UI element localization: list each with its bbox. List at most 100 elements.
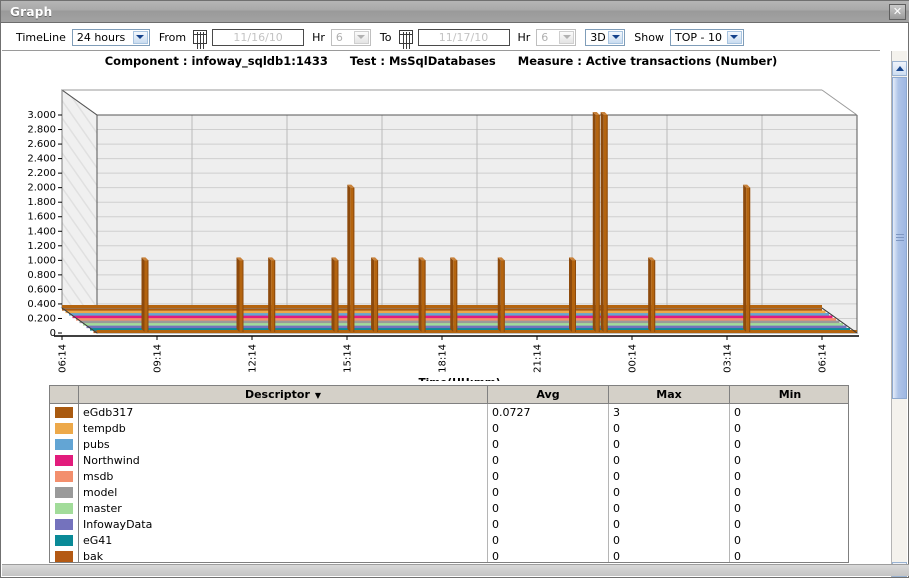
chart-bar (418, 257, 426, 332)
chart-bar (743, 184, 751, 332)
from-label: From (158, 30, 187, 44)
calendar-icon-from[interactable] (193, 30, 208, 44)
descriptor-table[interactable]: Descriptor ▼ Avg Max Min eGdb317 0.0727 3 0 t… (49, 385, 849, 563)
window-title: Graph (10, 5, 53, 19)
chevron-down-icon (559, 30, 575, 44)
dimension-select[interactable]: 3D (585, 28, 626, 46)
column-header-max[interactable]: Max (608, 386, 730, 404)
cell-avg: 0 (487, 452, 609, 468)
cell-descriptor: model (78, 484, 488, 500)
timeline-select[interactable]: 24 hours (71, 28, 150, 46)
legend-swatch (50, 436, 79, 452)
table-row[interactable]: tempdb 0 0 0 (50, 420, 848, 436)
cell-max: 0 (608, 532, 730, 548)
x-axis-tick-label: 15:14 (343, 344, 354, 373)
to-hour-select[interactable]: 6 (536, 28, 577, 46)
vertical-scrollbar[interactable] (891, 51, 907, 577)
scroll-up-button[interactable] (892, 61, 907, 76)
chart-bar (331, 257, 339, 332)
cell-max: 0 (608, 452, 730, 468)
close-icon[interactable]: ✕ (889, 4, 906, 20)
column-header-min[interactable]: Min (729, 386, 848, 404)
cell-min: 0 (729, 420, 848, 436)
cell-max: 0 (608, 500, 730, 516)
y-axis-tick-label: 1.600 (27, 212, 56, 223)
y-axis-tick-label: 0.800 (27, 270, 56, 281)
from-hour-label: Hr (312, 30, 325, 44)
chart-bar (268, 257, 276, 332)
cell-avg: 0 (487, 500, 609, 516)
cell-min: 0 (729, 403, 848, 420)
legend-swatch (50, 484, 79, 500)
cell-max: 0 (608, 436, 730, 452)
cell-max: 0 (608, 468, 730, 484)
table-body: eGdb317 0.0727 3 0 tempdb 0 0 0 pubs 0 0 0 Northwind… (50, 403, 848, 562)
table-row[interactable]: eGdb317 0.0727 3 0 (50, 403, 848, 420)
x-axis-tick-label: 06:14 (58, 344, 69, 373)
sort-descending-icon: ▼ (314, 390, 322, 400)
cell-descriptor: Northwind (78, 452, 488, 468)
cell-min: 0 (729, 500, 848, 516)
x-axis-tick-label: 18:14 (438, 344, 449, 373)
table-row[interactable]: InfowayData 0 0 0 (50, 516, 848, 532)
table-row[interactable]: Northwind 0 0 0 (50, 452, 848, 468)
table-row[interactable]: pubs 0 0 0 (50, 436, 848, 452)
cell-avg: 0 (487, 436, 609, 452)
cell-avg: 0 (487, 516, 609, 532)
chart-bar (371, 257, 379, 332)
table-row[interactable]: bak 0 0 0 (50, 548, 848, 562)
scrollbar-thumb[interactable] (892, 77, 907, 399)
cell-avg: 0 (487, 484, 609, 500)
cell-descriptor: eGdb317 (78, 403, 488, 420)
legend-swatch (50, 500, 79, 516)
y-axis-tick-label: 0.400 (27, 299, 56, 310)
table-row[interactable]: eG41 0 0 0 (50, 532, 848, 548)
cell-min: 0 (729, 436, 848, 452)
table-row[interactable]: model 0 0 0 (50, 484, 848, 500)
y-axis-tick-label: 2.600 (27, 139, 56, 150)
to-date-input[interactable] (417, 28, 510, 46)
y-axis-tick-label: 3.000 (27, 110, 56, 121)
cell-descriptor: msdb (78, 468, 488, 484)
cell-min: 0 (729, 468, 848, 484)
y-axis-tick-label: 1.400 (27, 226, 56, 237)
y-axis-tick-label: 1.800 (27, 197, 56, 208)
chart-bar (236, 257, 244, 332)
window-statusbar (2, 564, 909, 576)
chart-area: Component : infoway_sqldb1:1433 Test : M… (2, 51, 880, 381)
from-hour-select[interactable]: 6 (330, 28, 371, 46)
legend-swatch (50, 452, 79, 468)
cell-avg: 0 (487, 548, 609, 562)
chevron-down-icon (353, 30, 369, 44)
legend-swatch (50, 548, 79, 562)
legend-swatch (50, 403, 79, 420)
y-axis-tick-label: 2.000 (27, 183, 56, 194)
x-axis-tick-label: 12:14 (248, 344, 259, 373)
table-row[interactable]: msdb 0 0 0 (50, 468, 848, 484)
cell-descriptor: pubs (78, 436, 488, 452)
x-axis-tick-label: 03:14 (723, 344, 734, 373)
to-label: To (379, 30, 392, 44)
table-header-row: Descriptor ▼ Avg Max Min (50, 386, 848, 404)
table-row[interactable]: master 0 0 0 (50, 500, 848, 516)
calendar-icon-to[interactable] (398, 30, 413, 44)
cell-avg: 0 (487, 420, 609, 436)
from-date-input[interactable] (212, 28, 305, 46)
y-axis-tick-label: 1.000 (27, 255, 56, 266)
y-axis-tick-label: 2.400 (27, 154, 56, 165)
column-header-avg[interactable]: Avg (487, 386, 609, 404)
chart-plot: 0 0.200 0.400 0.600 0.800 1.000 1.200 1.400 1.60… (27, 89, 859, 381)
legend-swatch (50, 532, 79, 548)
x-axis-tick-label: 00:14 (628, 344, 639, 373)
legend-swatch (50, 420, 79, 436)
dimension-select-value: 3D (590, 30, 606, 44)
window-titlebar: Graph ✕ (1, 1, 909, 23)
chevron-down-icon (726, 30, 742, 44)
chart-bar (450, 257, 458, 332)
show-select[interactable]: TOP - 10 (669, 28, 744, 46)
column-header-descriptor[interactable]: Descriptor ▼ (78, 386, 488, 404)
cell-descriptor: master (78, 500, 488, 516)
show-select-value: TOP - 10 (674, 30, 722, 44)
x-axis-tick-label: 09:14 (153, 344, 164, 373)
y-axis-tick-label: 0 (50, 328, 56, 339)
